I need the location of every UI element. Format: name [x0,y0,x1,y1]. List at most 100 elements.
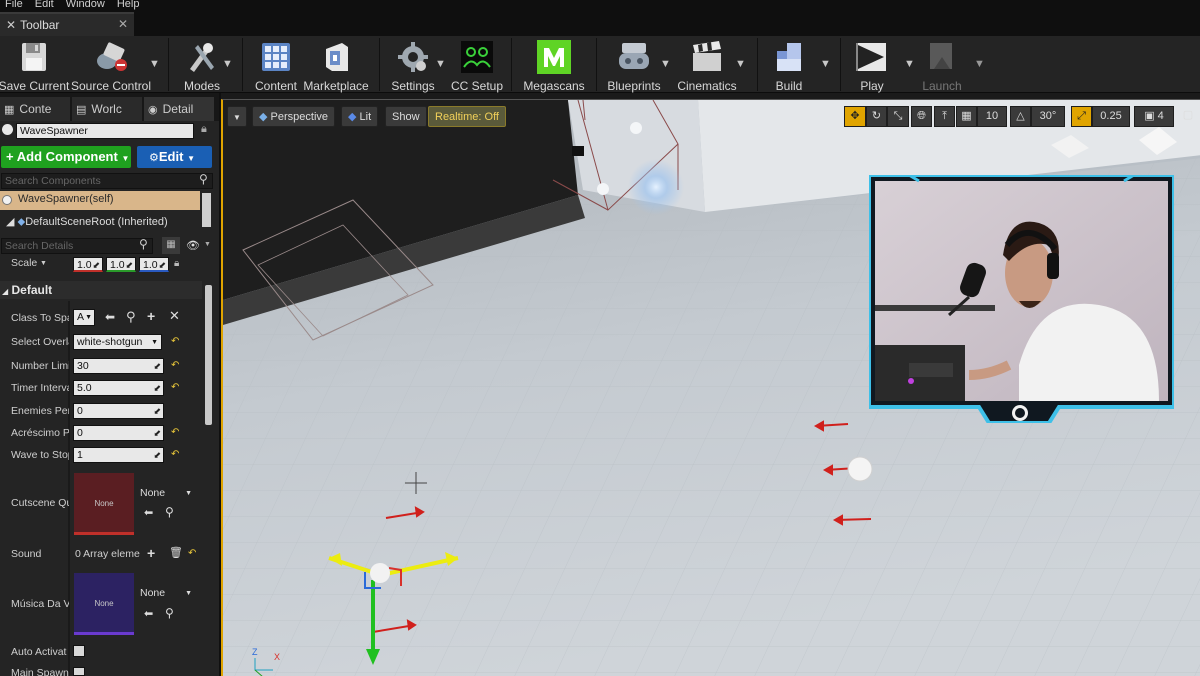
grid-snap-icon[interactable]: ▦ [956,106,977,127]
scale-z-field[interactable]: 1.0 ⬋ [139,257,169,272]
blueprints-button[interactable]: Blueprints [607,36,661,93]
marketplace-button[interactable]: Marketplace [303,36,369,93]
save-current-button[interactable]: Save Current [0,36,69,93]
tab-toolbar[interactable]: ✕ Toolbar ✕ [0,12,134,36]
settings-caret-icon[interactable]: ▼ [435,58,446,70]
menu-file[interactable]: File [0,0,30,10]
tab-details[interactable]: ◉ Detail [144,97,214,121]
component-tree-scrollbar[interactable] [202,193,211,227]
expand-arrow-icon: ◢ [6,216,15,228]
select-overlay-dropdown[interactable]: white-shotgun ▼ [73,334,162,350]
browse-search-icon[interactable]: ⚲ [165,606,174,620]
translate-mode-icon[interactable]: ✥ [844,106,866,127]
rotation-snap-value[interactable]: 30° [1031,106,1065,127]
wave-to-stop-field[interactable]: 1 ⬋ [73,447,164,463]
cc-setup-button[interactable]: CC Setup [451,36,503,93]
trash-icon[interactable]: 🗑︎ [169,546,183,559]
play-caret-icon[interactable]: ▼ [904,58,915,70]
scale-snap-value[interactable]: 0.25 [1092,106,1130,127]
use-selected-arrow-icon[interactable]: ⬅ [105,310,115,324]
select-overlay-value: white-shotgun [77,336,143,348]
add-icon[interactable]: + [147,545,155,561]
chevron-down-icon[interactable]: ▼ [40,260,47,267]
modes-caret-icon[interactable]: ▼ [222,58,233,70]
viewport-options-dropdown[interactable]: ▼ [227,106,247,127]
maximize-viewport-icon[interactable]: ▢ [1178,106,1198,127]
cutscene-thumbnail[interactable]: None [74,473,134,535]
cinematics-button[interactable]: Cinematics [677,36,737,93]
edit-blueprint-button[interactable]: ⚙Edit ▼ [137,146,212,168]
world-space-icon[interactable]: 🌐︎ [911,106,932,127]
reset-arrow-icon[interactable]: ↶ [188,548,196,559]
source-control-button[interactable]: Source Control [71,36,151,93]
use-selected-arrow-icon[interactable]: ⬅ [144,506,153,519]
realtime-toggle-button[interactable]: Realtime: Off [428,106,506,127]
scale-y-field[interactable]: 1.0 ⬋ [106,257,136,272]
class-to-spawn-picker[interactable]: A ▼ [73,309,95,326]
modes-button[interactable]: Modes [182,36,222,93]
search-details-input[interactable]: Search Details [1,238,153,254]
reset-arrow-icon[interactable]: ↶ [171,360,179,371]
content-button[interactable]: Content [254,36,298,93]
tab-content-browser[interactable]: ▦ Conte [0,97,70,121]
rotation-snap-icon[interactable]: △ [1010,106,1031,127]
enemies-per-field[interactable]: 0 ⬋ [73,403,164,419]
browse-search-icon[interactable]: ⚲ [126,309,136,325]
number-limit-field[interactable]: 30 ⬋ [73,358,164,374]
reset-arrow-icon[interactable]: ↶ [171,427,179,438]
reset-arrow-icon[interactable]: ↶ [171,449,179,460]
view-options-icon[interactable]: ▦ [162,237,180,254]
browse-search-icon[interactable]: ⚲ [165,505,174,519]
reset-arrow-icon[interactable]: ↶ [171,382,179,393]
lock-icon[interactable]: 🔒︎ [201,123,207,136]
view-mode-lit-button[interactable]: ◆ Lit [341,106,379,127]
search-components-input[interactable]: Search Components [1,173,213,189]
play-button[interactable]: Play [852,36,892,93]
launch-caret-icon[interactable]: ▼ [974,58,985,70]
add-component-button[interactable]: + Add Component ▼ [1,146,131,168]
number-limit-value: 30 [77,360,89,372]
source-control-caret-icon[interactable]: ▼ [149,58,160,70]
surface-snap-icon[interactable]: ⤒ [934,106,955,127]
rotate-mode-icon[interactable]: ↻ [866,106,887,127]
section-default-header[interactable]: ◢ Default [0,281,202,299]
add-icon[interactable]: + [147,308,155,324]
reset-arrow-icon[interactable]: ↶ [171,336,179,347]
component-root-item[interactable]: ◢ ⬥DefaultSceneRoot (Inherited) [6,215,168,229]
cutscene-asset-dropdown[interactable]: None ▼ [138,486,195,501]
clear-icon[interactable]: ✕ [169,308,180,324]
launch-button[interactable]: Launch [920,36,964,93]
tab-world-outliner[interactable]: ▤ Worlc [72,97,142,121]
cinematics-caret-icon[interactable]: ▼ [735,58,746,70]
perspective-button[interactable]: ◆ Perspective [252,106,336,127]
scale-x-field[interactable]: 1.0 ⬋ [73,257,103,272]
timer-interval-field[interactable]: 5.0 ⬋ [73,380,164,396]
settings-button[interactable]: Settings [390,36,436,93]
build-caret-icon[interactable]: ▼ [820,58,831,70]
scale-x-value: 1.0 [77,259,92,271]
blueprints-caret-icon[interactable]: ▼ [660,58,671,70]
details-scrollbar[interactable] [205,285,212,425]
menu-edit[interactable]: Edit [30,0,61,10]
scale-snap-icon[interactable]: ⤢ [1071,106,1092,127]
musica-asset-dropdown[interactable]: None ▼ [138,586,195,601]
scale-mode-icon[interactable]: ⤡ [887,106,909,127]
grid-snap-value[interactable]: 10 [977,106,1007,127]
chevron-down-icon[interactable]: ▼ [204,241,211,248]
menu-help[interactable]: Help [112,0,147,10]
musica-thumbnail[interactable]: None [74,573,134,635]
megascans-button[interactable]: Megascans [523,36,585,93]
auto-activate-checkbox[interactable] [73,645,85,657]
build-button[interactable]: Build [770,36,808,93]
lock-icon[interactable]: 🔒︎ [174,258,179,269]
camera-speed-button[interactable]: ▣ 4 [1134,106,1174,127]
actor-name-field[interactable]: WaveSpawner [16,123,194,139]
acrescimo-field[interactable]: 0 ⬋ [73,425,164,441]
menu-window[interactable]: Window [61,0,112,10]
show-flags-button[interactable]: Show [385,106,427,127]
close-icon[interactable]: ✕ [118,17,128,31]
main-spawner-checkbox[interactable] [73,667,85,676]
use-selected-arrow-icon[interactable]: ⬅ [144,607,153,620]
component-self-item[interactable]: WaveSpawner(self) [0,191,200,210]
eye-icon[interactable]: 👁︎ [186,239,200,252]
